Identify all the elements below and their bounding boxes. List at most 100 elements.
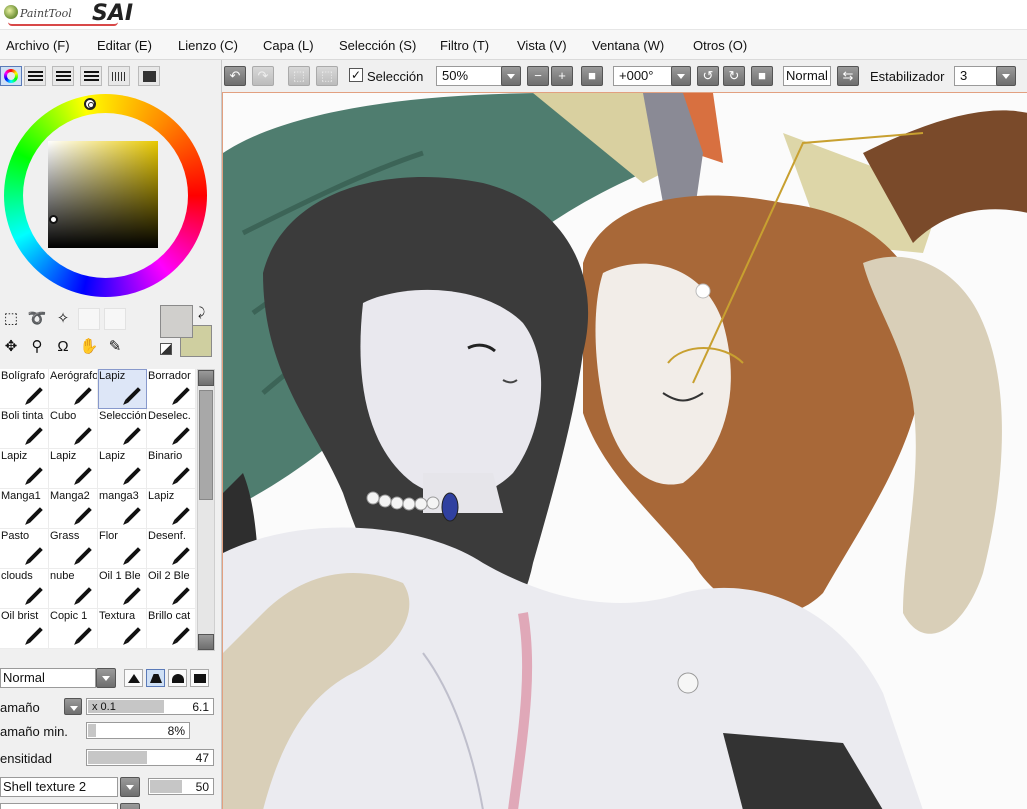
saturation-value-square[interactable] [48, 141, 158, 248]
invert-selection-button[interactable]: ⬚ [316, 66, 338, 86]
hue-marker[interactable] [84, 98, 96, 110]
zoom-reset-button[interactable]: ■ [581, 66, 603, 86]
brush-icon [24, 626, 43, 644]
reset-colors-icon[interactable] [160, 343, 172, 355]
brush-slot[interactable]: Lapiz [98, 369, 147, 409]
brush-slot[interactable]: Manga2 [49, 489, 98, 529]
rotate-right-button[interactable]: ↻ [723, 66, 745, 86]
rotate-icon[interactable]: Ω [52, 336, 74, 358]
brush-slot[interactable]: Flor [98, 529, 147, 569]
brush-slot[interactable]: Deselec. [147, 409, 196, 449]
menu-capa[interactable]: Capa (L) [263, 38, 314, 53]
brush-slot[interactable]: clouds [0, 569, 49, 609]
scroll-up-button[interactable] [198, 370, 214, 386]
title-bar: PaintTool SAI [0, 0, 1027, 30]
menu-ventana[interactable]: Ventana (W) [592, 38, 664, 53]
size-slider[interactable]: x 0.1 6.1 [86, 698, 214, 715]
brush-shape-soft[interactable] [146, 669, 165, 687]
secondary-texture-field[interactable] [0, 803, 118, 809]
brush-slot[interactable]: Bolígrafo [0, 369, 49, 409]
eyedropper-icon[interactable]: ✎ [104, 336, 126, 358]
scroll-thumb[interactable] [199, 390, 213, 500]
brush-slot[interactable]: Oil 2 Ble [147, 569, 196, 609]
rotate-left-button[interactable]: ↺ [697, 66, 719, 86]
move-icon[interactable]: ✥ [0, 336, 22, 358]
texture-field[interactable]: Shell texture 2 [0, 777, 118, 797]
brush-slot[interactable]: Copic 1 [49, 609, 98, 649]
flip-view-button[interactable]: ⇆ [837, 66, 859, 86]
blend-mode-dropdown[interactable] [96, 668, 116, 688]
brush-scrollbar[interactable] [197, 369, 215, 651]
rect-select-icon[interactable]: ⬚ [0, 308, 22, 330]
brush-slot[interactable]: Boli tinta [0, 409, 49, 449]
brush-slot[interactable]: Lapiz [98, 449, 147, 489]
scratchpad-mode-button[interactable] [138, 66, 160, 86]
size-value: 6.1 [192, 700, 209, 714]
brush-slot[interactable]: Binario [147, 449, 196, 489]
brush-slot[interactable]: Borrador [147, 369, 196, 409]
lasso-icon[interactable]: ➰ [26, 308, 48, 330]
brush-slot[interactable]: Lapiz [147, 489, 196, 529]
menu-vista[interactable]: Vista (V) [517, 38, 567, 53]
brush-slot[interactable]: manga3 [98, 489, 147, 529]
menu-lienzo[interactable]: Lienzo (C) [178, 38, 238, 53]
menu-seleccion[interactable]: Selección (S) [339, 38, 416, 53]
brush-slot[interactable]: Aerógrafo [49, 369, 98, 409]
brush-slot[interactable]: Cubo [49, 409, 98, 449]
swatches-mode-button[interactable] [108, 66, 130, 86]
brush-slot[interactable]: Brillo cat [147, 609, 196, 649]
brush-shape-round[interactable] [168, 669, 187, 687]
rgb-slider-mode-button[interactable] [24, 66, 46, 86]
swap-colors-icon[interactable]: ⤸ [198, 305, 205, 320]
texture-dropdown[interactable] [120, 777, 140, 797]
intermediate-mode-button[interactable] [80, 66, 102, 86]
stabilizer-dropdown[interactable] [996, 66, 1016, 86]
menu-filtro[interactable]: Filtro (T) [440, 38, 489, 53]
brush-slot[interactable]: nube [49, 569, 98, 609]
zoom-icon[interactable]: ⚲ [26, 336, 48, 358]
brush-icon [73, 466, 92, 484]
scroll-down-button[interactable] [198, 634, 214, 650]
brush-shape-flat[interactable] [190, 669, 209, 687]
zoom-in-button[interactable]: + [551, 66, 573, 86]
hsv-slider-mode-button[interactable] [52, 66, 74, 86]
brush-slot[interactable]: Selección [98, 409, 147, 449]
brush-icon [171, 386, 190, 404]
view-mode-field[interactable]: Normal [783, 66, 831, 86]
rotation-reset-button[interactable]: ■ [751, 66, 773, 86]
undo-button[interactable]: ↶ [224, 66, 246, 86]
selection-checkbox[interactable]: ✓ [349, 68, 363, 82]
hand-icon[interactable]: ✋ [78, 336, 100, 358]
brush-slot[interactable]: Oil brist [0, 609, 49, 649]
brush-slot[interactable]: Manga1 [0, 489, 49, 529]
brush-slot[interactable]: Lapiz [0, 449, 49, 489]
brush-slot[interactable]: Textura [98, 609, 147, 649]
min-size-slider[interactable]: 8% [86, 722, 190, 739]
selection-label: Selección [367, 69, 424, 84]
brush-slot[interactable]: Desenf. [147, 529, 196, 569]
brush-slot[interactable]: Oil 1 Ble [98, 569, 147, 609]
brush-slot[interactable]: Lapiz [49, 449, 98, 489]
zoom-out-button[interactable]: − [527, 66, 549, 86]
sv-marker[interactable] [49, 215, 58, 224]
blend-mode-field[interactable]: Normal [0, 668, 96, 688]
redo-button[interactable]: ↷ [252, 66, 274, 86]
size-multiplier-dropdown[interactable] [64, 698, 82, 715]
density-slider[interactable]: 47 [86, 749, 214, 766]
color-wheel-mode-button[interactable] [0, 66, 22, 86]
secondary-texture-dropdown[interactable] [120, 803, 140, 809]
drawing-canvas[interactable] [222, 92, 1027, 809]
menu-editar[interactable]: Editar (E) [97, 38, 152, 53]
menu-archivo[interactable]: Archivo (F) [6, 38, 70, 53]
primary-color-swatch[interactable] [160, 305, 193, 338]
brush-slot[interactable]: Grass [49, 529, 98, 569]
rotation-dropdown[interactable] [671, 66, 691, 86]
texture-slider[interactable]: 50 [148, 778, 214, 795]
menu-bar: Archivo (F) Editar (E) Lienzo (C) Capa (… [0, 30, 1027, 60]
menu-otros[interactable]: Otros (O) [693, 38, 747, 53]
brush-slot[interactable]: Pasto [0, 529, 49, 569]
brush-shape-sharp[interactable] [124, 669, 143, 687]
zoom-dropdown[interactable] [501, 66, 521, 86]
magic-wand-icon[interactable]: ✧ [52, 308, 74, 330]
deselect-button[interactable]: ⬚ [288, 66, 310, 86]
